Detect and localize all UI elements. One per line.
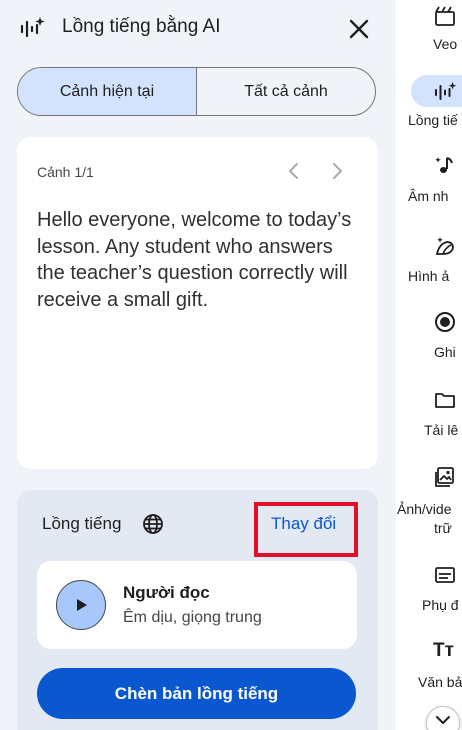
rail-item-music[interactable]: Âm nh xyxy=(396,150,462,210)
globe-icon[interactable] xyxy=(142,513,164,535)
rail-item-image[interactable]: Hình ả xyxy=(396,230,462,290)
scene-counter: Cảnh 1/1 xyxy=(37,164,94,180)
reader-description: Êm dịu, giọng trung xyxy=(123,609,262,626)
folder-icon xyxy=(435,393,455,408)
rail-label-stock-2: trữ xyxy=(434,520,452,536)
play-icon xyxy=(77,599,87,611)
panel-title: Lồng tiếng bằng AI xyxy=(62,16,221,37)
scene-scope-toggle: Cảnh hiện tại Tất cả cảnh xyxy=(17,67,376,116)
rail-item-stock[interactable]: Ảnh/vide trữ xyxy=(396,465,462,545)
side-rail: Veo Lồng tiế Âm nh Hình ả Ghi Tải lê Ảnh… xyxy=(396,0,462,730)
ai-voice-icon xyxy=(435,82,457,100)
rail-label-stock: Ảnh/vide xyxy=(397,501,452,517)
image-icon xyxy=(435,237,454,255)
rail-label-music: Âm nh xyxy=(408,188,449,204)
rail-label-text: Văn bả xyxy=(418,674,462,690)
scene-card: Cảnh 1/1 Hello everyone, welcome to toda… xyxy=(17,137,378,469)
rail-label-ai-voice: Lồng tiế xyxy=(408,112,458,128)
rail-label-record: Ghi xyxy=(434,344,456,360)
chevron-down-icon xyxy=(436,716,450,724)
voice-label: Lồng tiếng xyxy=(42,514,122,533)
chevron-right-icon[interactable] xyxy=(325,159,349,183)
rail-item-subtitles[interactable]: Phụ đ xyxy=(396,563,462,623)
chevron-left-icon[interactable] xyxy=(282,159,306,183)
rail-label-image: Hình ả xyxy=(408,268,450,284)
rail-label-upload: Tải lê xyxy=(424,422,459,438)
rail-item-ai-voice[interactable]: Lồng tiế xyxy=(396,0,462,130)
rail-item-text[interactable]: Tт Văn bả xyxy=(396,640,462,700)
panel-header: Lồng tiếng bằng AI xyxy=(0,0,396,58)
reader-card: Người đọc Êm dịu, giọng trung xyxy=(37,561,357,649)
rail-label-subtitles: Phụ đ xyxy=(422,597,459,613)
record-icon xyxy=(435,312,455,332)
music-note-icon xyxy=(435,157,453,173)
rail-item-record[interactable]: Ghi xyxy=(396,310,462,370)
ai-voice-icon xyxy=(20,17,45,38)
tab-current-scene[interactable]: Cảnh hiện tại xyxy=(18,68,196,115)
rail-scroll-down-button[interactable] xyxy=(426,706,460,730)
voiceover-panel: Lồng tiếng bằng AI Cảnh hiện tại Tất cả … xyxy=(0,0,396,730)
close-icon[interactable] xyxy=(344,14,374,44)
stock-media-icon xyxy=(435,467,454,487)
reader-name: Người đọc xyxy=(123,583,210,602)
insert-voiceover-button[interactable]: Chèn bản lồng tiếng xyxy=(37,668,356,719)
rail-item-upload[interactable]: Tải lê xyxy=(396,388,462,448)
subtitles-icon xyxy=(435,567,455,583)
text-icon: Tт xyxy=(433,640,454,661)
tab-all-scenes[interactable]: Tất cả cảnh xyxy=(197,68,375,115)
scene-script-text[interactable]: Hello everyone, welcome to today’s lesso… xyxy=(37,207,362,313)
change-voice-button[interactable]: Thay đổi xyxy=(271,514,336,534)
play-preview-button[interactable] xyxy=(56,580,106,630)
